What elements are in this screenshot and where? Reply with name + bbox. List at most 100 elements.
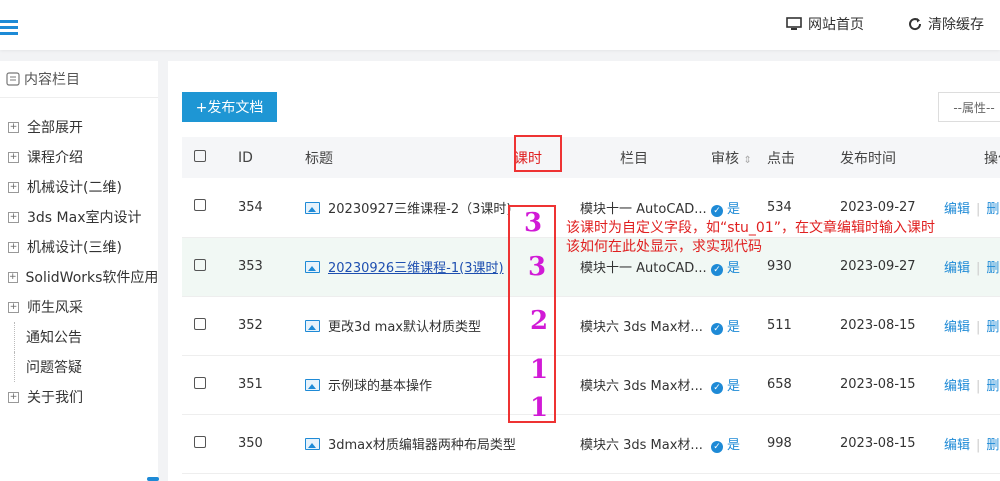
tree-item-label: SolidWorks软件应用 xyxy=(25,270,159,286)
cell-ops: 编辑 | 删除 xyxy=(924,414,1000,473)
clear-cache-label: 清除缓存 xyxy=(928,17,984,33)
publish-button[interactable]: +发布文档 xyxy=(182,92,277,122)
check-circle-icon: ✓ xyxy=(711,441,723,453)
expand-icon[interactable]: + xyxy=(8,181,19,193)
row-checkbox[interactable] xyxy=(194,376,206,389)
review-status: 是 xyxy=(727,261,741,276)
edit-link[interactable]: 编辑 xyxy=(944,379,970,394)
delete-link[interactable]: 删除 xyxy=(986,202,1000,217)
attribute-select[interactable]: --属性-- xyxy=(938,92,1000,122)
cell-review[interactable]: ✓ 是 xyxy=(710,296,766,355)
sidebar: 内容栏目 + 全部展开 + 课程介绍 + 机械设计(二维) +3ds Max室内设计 … xyxy=(0,61,158,481)
edit-link[interactable]: 编辑 xyxy=(944,438,970,453)
image-icon xyxy=(305,201,320,214)
handwritten-digit: 1 xyxy=(530,355,549,385)
clear-cache-link[interactable]: 清除缓存 xyxy=(908,14,984,34)
expand-icon[interactable]: + xyxy=(8,391,19,403)
cell-clicks: 998 xyxy=(767,436,792,451)
article-table: ID 标题 课时 栏目 审核 ⇕ 点击 发布时间 操作 354 20230927三… xyxy=(182,137,1000,474)
delete-link[interactable]: 删除 xyxy=(986,379,1000,394)
cell-ops: 编辑 | 删除 xyxy=(924,178,1000,237)
title-link[interactable]: 3dmax材质编辑器两种布局类型 xyxy=(328,438,516,453)
edit-link[interactable]: 编辑 xyxy=(944,261,970,276)
cell-clicks: 930 xyxy=(767,259,792,274)
check-circle-icon: ✓ xyxy=(711,382,723,394)
col-id[interactable]: ID xyxy=(237,137,304,178)
delete-link[interactable]: 删除 xyxy=(986,320,1000,335)
tree-item-qa[interactable]: 问题答疑 xyxy=(0,352,158,382)
tree-item-label: 课程介绍 xyxy=(27,150,83,166)
col-review-label: 审核 xyxy=(711,150,739,167)
delete-link[interactable]: 删除 xyxy=(986,261,1000,276)
tree-item-label: 通知公告 xyxy=(26,330,82,346)
tree-item-mech-3d[interactable]: + 机械设计(三维) xyxy=(0,232,158,262)
col-clicks: 点击 xyxy=(767,150,795,167)
title-link[interactable]: 更改3d max默认材质类型 xyxy=(328,320,481,335)
annotation-line-1: 该课时为自定义字段，如“stu_01”，在文章编辑时输入课时 xyxy=(566,220,935,236)
tree-item-label: 师生风采 xyxy=(27,300,83,316)
row-checkbox[interactable] xyxy=(194,258,206,271)
review-status: 是 xyxy=(727,438,741,453)
title-link[interactable]: 20230927三维课程-2（3课时) xyxy=(328,202,511,217)
cell-date: 2023-08-15 xyxy=(840,377,916,392)
scroll-handle[interactable] xyxy=(147,477,159,481)
tree-item-about[interactable]: + 关于我们 xyxy=(0,382,158,412)
review-status: 是 xyxy=(727,379,741,394)
menu-icon[interactable] xyxy=(0,20,18,35)
delete-link[interactable]: 删除 xyxy=(986,438,1000,453)
tree-item-expand-all[interactable]: + 全部展开 xyxy=(0,112,158,142)
row-checkbox[interactable] xyxy=(194,317,206,330)
tree-item-label: 关于我们 xyxy=(27,390,83,406)
check-circle-icon: ✓ xyxy=(711,264,723,276)
tree-item-label: 机械设计(二维) xyxy=(27,180,122,196)
monitor-icon xyxy=(786,17,802,30)
ops-separator: | xyxy=(976,320,981,335)
refresh-icon xyxy=(909,18,922,31)
col-date: 发布时间 xyxy=(840,150,896,167)
col-ops: 操作 xyxy=(984,150,1000,167)
tree-item-3dsmax[interactable]: +3ds Max室内设计 xyxy=(0,202,158,232)
tree-item-course-intro[interactable]: + 课程介绍 xyxy=(0,142,158,172)
row-checkbox[interactable] xyxy=(194,199,206,212)
cell-review[interactable]: ✓ 是 xyxy=(710,355,766,414)
check-circle-icon: ✓ xyxy=(711,204,723,217)
cell-column: 模块六 3ds Max材... xyxy=(580,438,703,453)
cell-clicks: 511 xyxy=(767,318,792,333)
review-status: 是 xyxy=(727,320,741,335)
cell-id: 352 xyxy=(238,318,263,333)
expand-icon[interactable]: + xyxy=(8,241,19,253)
tree-item-solidworks[interactable]: + SolidWorks软件应用 xyxy=(0,262,158,292)
cell-review[interactable]: ✓ 是 xyxy=(710,414,766,473)
tree-item-mech-2d[interactable]: + 机械设计(二维) xyxy=(0,172,158,202)
cell-ops: 编辑 | 删除 xyxy=(924,237,1000,296)
image-icon xyxy=(305,320,320,332)
list-icon xyxy=(6,72,20,86)
expand-icon[interactable]: + xyxy=(8,151,19,163)
main-panel: +发布文档 --属性-- ID 标题 课时 栏目 审核 ⇕ 点击 发布时间 操作… xyxy=(168,61,1000,481)
tree-item-notices[interactable]: 通知公告 xyxy=(0,322,158,352)
edit-link[interactable]: 编辑 xyxy=(944,320,970,335)
ops-separator: | xyxy=(976,261,981,276)
tree-item-teachers[interactable]: + 师生风采 xyxy=(0,292,158,322)
cell-id: 351 xyxy=(238,377,263,392)
annotation-header-box xyxy=(514,135,562,172)
expand-icon[interactable]: + xyxy=(8,271,18,283)
row-checkbox[interactable] xyxy=(194,435,206,448)
cell-date: 2023-08-15 xyxy=(840,436,916,451)
handwritten-digit: 1 xyxy=(530,393,549,423)
sort-icon[interactable]: ⇕ xyxy=(743,155,751,166)
check-circle-icon: ✓ xyxy=(711,323,723,335)
col-review[interactable]: 审核 ⇕ xyxy=(710,137,766,178)
expand-icon[interactable]: + xyxy=(8,121,19,133)
home-label: 网站首页 xyxy=(808,17,864,33)
sidebar-header: 内容栏目 xyxy=(0,61,158,98)
expand-icon[interactable]: + xyxy=(8,301,19,313)
edit-link[interactable]: 编辑 xyxy=(944,202,970,217)
home-link[interactable]: 网站首页 xyxy=(786,14,864,34)
ops-separator: | xyxy=(976,438,981,453)
title-link[interactable]: 示例球的基本操作 xyxy=(328,379,432,394)
sidebar-title: 内容栏目 xyxy=(24,72,80,88)
title-link[interactable]: 20230926三维课程-1(3课时) xyxy=(328,261,504,276)
expand-icon[interactable]: + xyxy=(8,211,19,223)
select-all-checkbox[interactable] xyxy=(194,149,206,162)
